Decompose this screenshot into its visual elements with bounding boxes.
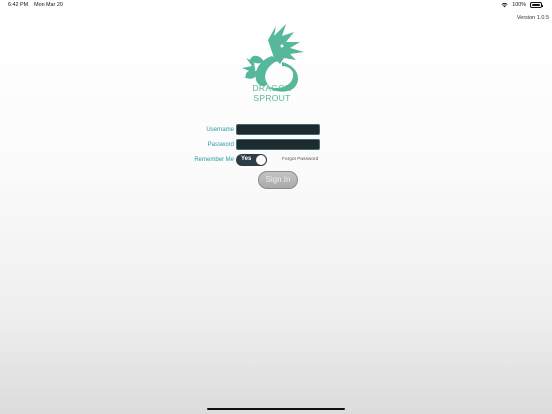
- username-input[interactable]: [236, 124, 320, 135]
- brand-line-1: DRAGON: [252, 83, 292, 93]
- password-label: Password: [207, 142, 234, 148]
- status-date: Mon Mar 20: [34, 2, 63, 8]
- toggle-label: Yes: [241, 156, 252, 162]
- brand-name: DRAGON SPROUT: [240, 83, 304, 103]
- wifi-icon: [501, 2, 508, 8]
- remember-me-toggle[interactable]: Yes: [236, 154, 267, 166]
- remember-me-label: Remember Me: [194, 157, 234, 163]
- status-bar: 6:42 PM Mon Mar 20 100%: [0, 0, 552, 10]
- status-right: 100%: [501, 2, 543, 8]
- battery-percent: 100%: [512, 2, 526, 8]
- battery-fill: [532, 4, 540, 6]
- toggle-knob: [256, 155, 266, 165]
- version-label: Version 1.0.5: [516, 15, 549, 21]
- status-time: 6:42 PM: [8, 2, 29, 8]
- home-indicator[interactable]: [207, 408, 345, 410]
- status-left: 6:42 PM Mon Mar 20: [8, 2, 63, 8]
- forgot-password-link[interactable]: Forgot Password: [282, 157, 318, 162]
- sign-in-button[interactable]: Sign In: [258, 171, 298, 189]
- battery-full-icon: [530, 2, 543, 8]
- brand-line-2: SPROUT: [253, 93, 291, 103]
- password-input[interactable]: [236, 139, 320, 150]
- username-label: Username: [206, 127, 234, 133]
